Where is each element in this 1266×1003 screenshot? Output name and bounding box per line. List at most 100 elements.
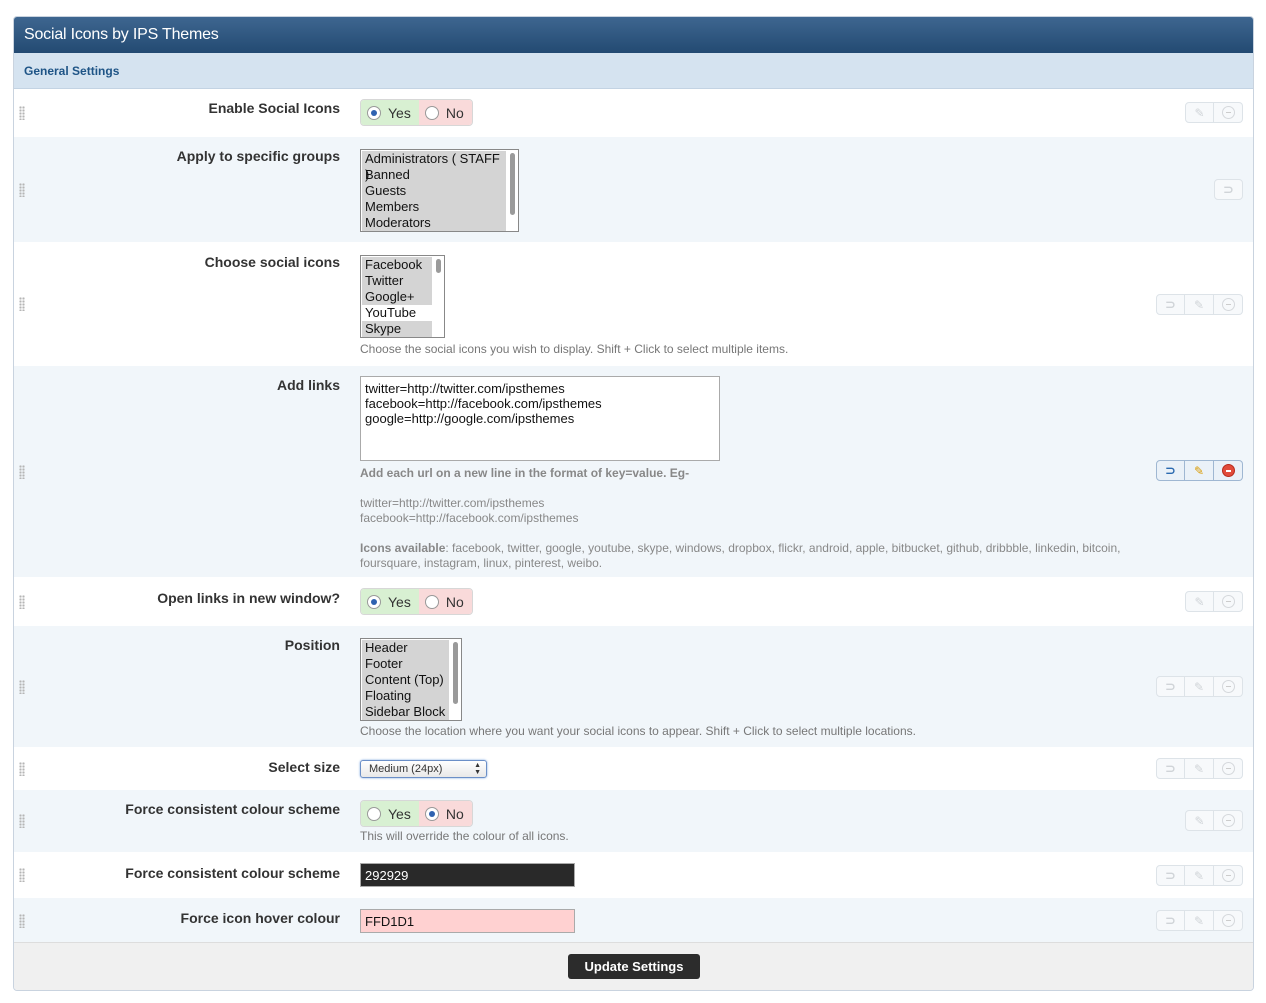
drag-handle-icon[interactable]: [19, 679, 25, 694]
setting-description: Choose the location where you want your …: [360, 724, 916, 738]
drag-handle-icon[interactable]: [19, 464, 25, 479]
row-actions: ⊃ ✎: [1156, 758, 1243, 779]
force-scheme-no-radio[interactable]: No: [418, 801, 472, 826]
edit-button[interactable]: ✎: [1185, 460, 1214, 481]
groups-multiselect[interactable]: Administrators ( STAFF ) Banned Guests M…: [360, 149, 519, 232]
edit-button[interactable]: ✎: [1185, 294, 1214, 315]
delete-button[interactable]: [1214, 591, 1243, 612]
scrollbar[interactable]: [436, 259, 441, 273]
enable-no-radio[interactable]: No: [418, 100, 472, 125]
list-option[interactable]: YouTube: [362, 305, 432, 321]
scheme-colour-input[interactable]: 292929: [360, 863, 575, 887]
revert-icon: ⊃: [1223, 181, 1234, 197]
scrollbar[interactable]: [453, 642, 458, 704]
links-textarea[interactable]: twitter=http://twitter.com/ipsthemes fac…: [360, 376, 720, 461]
pencil-icon: ✎: [1193, 463, 1205, 478]
position-multiselect[interactable]: Header Footer Content (Top) Floating Sid…: [360, 638, 462, 721]
drag-handle-icon[interactable]: [19, 297, 25, 311]
list-option[interactable]: Google+: [362, 289, 432, 305]
minus-circle-icon: [1221, 298, 1235, 311]
enable-radio-group: Yes No: [360, 99, 473, 126]
edit-button[interactable]: ✎: [1185, 865, 1214, 886]
revert-icon: ⊃: [1165, 462, 1176, 478]
revert-button[interactable]: ⊃: [1156, 294, 1185, 315]
delete-button[interactable]: [1214, 758, 1243, 779]
settings-panel: Social Icons by IPS Themes General Setti…: [13, 16, 1254, 991]
row-actions: ⊃ ✎: [1156, 676, 1243, 697]
section-header: General Settings: [14, 53, 1253, 89]
minus-circle-icon: [1221, 595, 1235, 608]
revert-button[interactable]: ⊃: [1156, 460, 1185, 481]
select-arrows-icon: ▲ ▼: [474, 762, 481, 776]
pencil-icon: ✎: [1194, 594, 1205, 609]
new-window-yes-radio[interactable]: Yes: [361, 589, 419, 614]
list-option[interactable]: Sidebar Block: [362, 704, 449, 720]
minus-circle-icon: [1221, 680, 1235, 693]
revert-icon: ⊃: [1165, 678, 1176, 694]
delete-button[interactable]: [1214, 676, 1243, 697]
pencil-icon: ✎: [1193, 679, 1205, 694]
new-window-radio-group: Yes No: [360, 588, 473, 615]
update-settings-button[interactable]: Update Settings: [568, 954, 700, 979]
delete-button[interactable]: [1214, 102, 1243, 123]
edit-button[interactable]: ✎: [1185, 102, 1214, 123]
drag-handle-icon[interactable]: [19, 182, 25, 197]
enable-yes-radio[interactable]: Yes: [361, 100, 419, 125]
list-option[interactable]: Moderators: [362, 215, 506, 231]
list-option[interactable]: Header: [362, 640, 449, 656]
delete-button[interactable]: [1214, 865, 1243, 886]
list-option[interactable]: Skype: [362, 321, 432, 337]
edit-button[interactable]: ✎: [1185, 810, 1214, 831]
delete-button[interactable]: [1214, 294, 1243, 315]
setting-row-hover-colour: Force icon hover colour FFD1D1 ⊃ ✎: [14, 898, 1253, 944]
revert-button[interactable]: ⊃: [1156, 676, 1185, 697]
revert-button[interactable]: ⊃: [1156, 865, 1185, 886]
revert-button[interactable]: ⊃: [1156, 910, 1185, 931]
revert-button[interactable]: ⊃: [1214, 179, 1243, 200]
social-icons-multiselect[interactable]: Facebook Twitter Google+ YouTube Skype: [360, 255, 445, 338]
setting-label: Position: [284, 637, 340, 653]
list-option[interactable]: Content (Top): [362, 672, 449, 688]
delete-button[interactable]: [1214, 910, 1243, 931]
minus-circle-icon: [1221, 106, 1235, 119]
row-actions: ⊃ ✎: [1156, 865, 1243, 886]
list-option[interactable]: Twitter: [362, 273, 432, 289]
list-option[interactable]: Footer: [362, 656, 449, 672]
setting-row-enable: Enable Social Icons Yes No ✎: [14, 89, 1253, 137]
edit-button[interactable]: ✎: [1185, 758, 1214, 779]
list-option[interactable]: Facebook: [362, 257, 432, 273]
radio-icon: [367, 594, 381, 609]
links-help: Add each url on a new line in the format…: [360, 466, 1121, 570]
delete-button[interactable]: [1214, 460, 1243, 481]
delete-button[interactable]: [1214, 810, 1243, 831]
setting-row-icons: Choose social icons Facebook Twitter Goo…: [14, 243, 1253, 366]
radio-icon: [424, 105, 439, 120]
radio-icon: [367, 105, 381, 120]
list-option[interactable]: Administrators ( STAFF ): [362, 151, 506, 182]
size-select[interactable]: Medium (24px) ▲ ▼: [360, 760, 487, 778]
list-option[interactable]: Guests: [362, 183, 506, 199]
radio-icon: [424, 594, 439, 609]
pencil-icon: ✎: [1193, 297, 1205, 312]
row-actions: ⊃ ✎: [1156, 910, 1243, 931]
minus-circle-icon: [1221, 464, 1235, 477]
edit-button[interactable]: ✎: [1185, 676, 1214, 697]
row-actions: ⊃: [1214, 179, 1243, 200]
revert-button[interactable]: ⊃: [1156, 758, 1185, 779]
pencil-icon: ✎: [1193, 868, 1205, 883]
edit-button[interactable]: ✎: [1185, 910, 1214, 931]
list-option[interactable]: Floating: [362, 688, 449, 704]
setting-label: Force icon hover colour: [180, 910, 340, 926]
setting-label: Apply to specific groups: [176, 148, 340, 164]
list-option[interactable]: Members: [362, 199, 506, 215]
setting-label: Select size: [268, 759, 340, 775]
edit-button[interactable]: ✎: [1185, 591, 1214, 612]
setting-label: Add links: [276, 377, 340, 393]
hover-colour-input[interactable]: FFD1D1: [360, 909, 575, 933]
force-scheme-yes-radio[interactable]: Yes: [361, 801, 419, 826]
list-option[interactable]: Banned: [362, 167, 506, 183]
new-window-no-radio[interactable]: No: [418, 589, 472, 614]
scrollbar[interactable]: [510, 153, 515, 215]
force-scheme-radio-group: Yes No: [360, 800, 473, 827]
revert-icon: ⊃: [1165, 912, 1176, 928]
